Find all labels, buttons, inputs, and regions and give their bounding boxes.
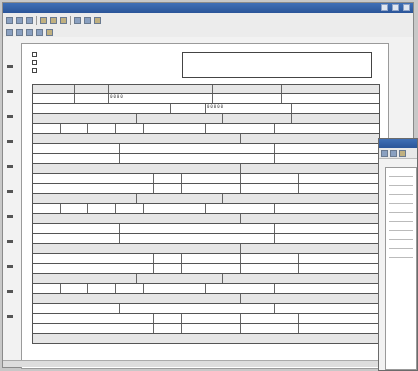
- form-row[interactable]: [32, 164, 380, 174]
- second-window-document: [385, 167, 417, 370]
- save-icon[interactable]: [390, 149, 397, 157]
- secondary-toolbar: [3, 27, 413, 37]
- title-bar[interactable]: [3, 3, 413, 13]
- zoom-icon[interactable]: [84, 16, 91, 24]
- form-row[interactable]: [32, 294, 380, 304]
- toolbar-separator: [70, 15, 71, 25]
- form-row[interactable]: 00000: [32, 104, 380, 114]
- next-page-icon[interactable]: [26, 28, 33, 36]
- cut-icon[interactable]: [40, 16, 47, 24]
- last-page-icon[interactable]: [36, 28, 43, 36]
- second-window-toolbar: [379, 148, 417, 159]
- form-row[interactable]: [32, 204, 380, 214]
- form-row[interactable]: [32, 84, 380, 94]
- toolbar-separator: [36, 15, 37, 25]
- form-row[interactable]: [32, 324, 380, 334]
- form-row[interactable]: 0000: [32, 94, 380, 104]
- copy-icon[interactable]: [50, 16, 57, 24]
- save-icon[interactable]: [16, 16, 23, 24]
- print-icon[interactable]: [399, 149, 406, 157]
- form-row[interactable]: [32, 124, 380, 134]
- form-row[interactable]: [32, 304, 380, 314]
- left-margin-markers: [5, 43, 15, 318]
- main-window: 0000 00000: [2, 2, 414, 369]
- form-row[interactable]: [32, 264, 380, 274]
- form-row[interactable]: [32, 144, 380, 154]
- form-row[interactable]: [32, 244, 380, 254]
- fit-page-icon[interactable]: [46, 28, 53, 36]
- second-window-title-bar[interactable]: [379, 139, 417, 148]
- form-row[interactable]: [32, 174, 380, 184]
- open-icon[interactable]: [381, 149, 388, 157]
- code-field[interactable]: 00000: [206, 104, 293, 113]
- main-toolbar: [3, 13, 413, 28]
- checkbox[interactable]: [32, 59, 37, 65]
- open-icon[interactable]: [6, 16, 13, 24]
- form-row[interactable]: [32, 334, 380, 344]
- form-row[interactable]: [32, 134, 380, 144]
- status-bar: [3, 360, 413, 367]
- form-row[interactable]: [32, 254, 380, 264]
- form-row[interactable]: [32, 214, 380, 224]
- second-window[interactable]: [378, 138, 418, 371]
- close-button[interactable]: [403, 4, 410, 11]
- form-row[interactable]: [32, 314, 380, 324]
- checkbox[interactable]: [32, 67, 37, 73]
- form-row[interactable]: [32, 274, 380, 284]
- print-icon[interactable]: [26, 16, 33, 24]
- form-document: 0000 00000: [21, 43, 389, 369]
- paste-icon[interactable]: [60, 16, 67, 24]
- form-row[interactable]: [32, 184, 380, 194]
- code-field[interactable]: 0000: [109, 94, 213, 103]
- checkbox[interactable]: [32, 51, 37, 57]
- help-icon[interactable]: [94, 16, 101, 24]
- form-row[interactable]: [32, 154, 380, 164]
- first-page-icon[interactable]: [6, 28, 13, 36]
- form-grid: 0000 00000: [32, 84, 380, 344]
- form-row[interactable]: [32, 224, 380, 234]
- maximize-button[interactable]: [391, 4, 399, 11]
- minimize-button[interactable]: [380, 4, 388, 11]
- prev-page-icon[interactable]: [16, 28, 23, 36]
- form-row[interactable]: [32, 284, 380, 294]
- form-row[interactable]: [32, 194, 380, 204]
- form-row[interactable]: [32, 234, 380, 244]
- header-info-box[interactable]: [182, 52, 372, 78]
- undo-icon[interactable]: [74, 16, 81, 24]
- form-row[interactable]: [32, 114, 380, 124]
